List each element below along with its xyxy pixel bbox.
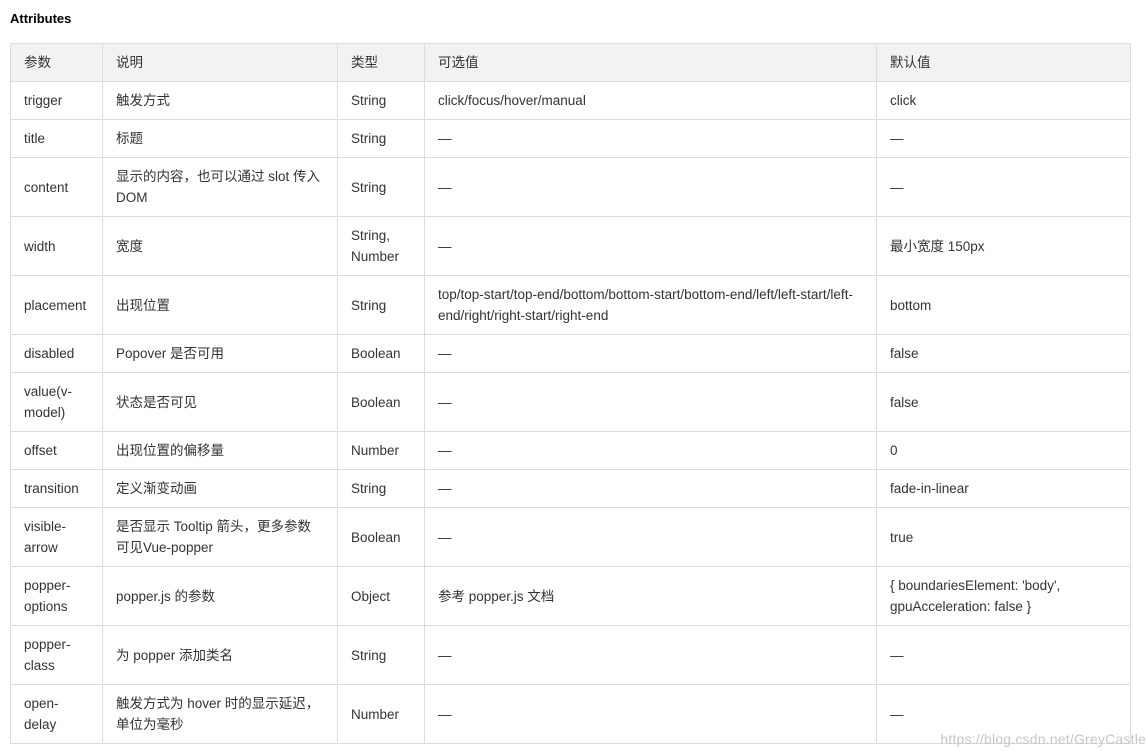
cell-default: 最小宽度 150px bbox=[876, 216, 1131, 276]
attributes-table: 参数 说明 类型 可选值 默认值 trigger 触发方式 String cli… bbox=[10, 43, 1131, 744]
table-row: value(v-model) 状态是否可见 Boolean — false bbox=[10, 372, 1131, 432]
cell-default: false bbox=[876, 334, 1131, 373]
cell-options: — bbox=[424, 507, 877, 567]
cell-description: 出现位置 bbox=[102, 275, 338, 335]
table-row: popper-class 为 popper 添加类名 String — — bbox=[10, 625, 1131, 685]
cell-description: 定义渐变动画 bbox=[102, 469, 338, 508]
cell-param: disabled bbox=[10, 334, 103, 373]
cell-description: 出现位置的偏移量 bbox=[102, 431, 338, 470]
cell-description: 显示的内容，也可以通过 slot 传入 DOM bbox=[102, 157, 338, 217]
cell-default: false bbox=[876, 372, 1131, 432]
cell-options: click/focus/hover/manual bbox=[424, 81, 877, 120]
cell-param: width bbox=[10, 216, 103, 276]
cell-default: true bbox=[876, 507, 1131, 567]
table-header-row: 参数 说明 类型 可选值 默认值 bbox=[10, 43, 1131, 82]
cell-type: Number bbox=[337, 431, 425, 470]
cell-param: open-delay bbox=[10, 684, 103, 744]
cell-default: bottom bbox=[876, 275, 1131, 335]
cell-param: content bbox=[10, 157, 103, 217]
cell-param: placement bbox=[10, 275, 103, 335]
cell-type: String bbox=[337, 469, 425, 508]
header-type: 类型 bbox=[337, 43, 425, 82]
cell-type: String bbox=[337, 625, 425, 685]
cell-options: — bbox=[424, 119, 877, 158]
cell-default: — bbox=[876, 625, 1131, 685]
table-row: popper-options popper.js 的参数 Object 参考 p… bbox=[10, 566, 1131, 626]
cell-description: popper.js 的参数 bbox=[102, 566, 338, 626]
section-heading: Attributes bbox=[10, 11, 72, 26]
cell-options: — bbox=[424, 431, 877, 470]
cell-type: String, Number bbox=[337, 216, 425, 276]
cell-default: — bbox=[876, 157, 1131, 217]
cell-type: Boolean bbox=[337, 372, 425, 432]
cell-default: { boundariesElement: 'body', gpuAccelera… bbox=[876, 566, 1131, 626]
cell-default: — bbox=[876, 119, 1131, 158]
table-row: disabled Popover 是否可用 Boolean — false bbox=[10, 334, 1131, 373]
table-row: transition 定义渐变动画 String — fade-in-linea… bbox=[10, 469, 1131, 508]
cell-description: 为 popper 添加类名 bbox=[102, 625, 338, 685]
cell-param: trigger bbox=[10, 81, 103, 120]
table-row: content 显示的内容，也可以通过 slot 传入 DOM String —… bbox=[10, 157, 1131, 217]
cell-description: 宽度 bbox=[102, 216, 338, 276]
cell-description: 触发方式为 hover 时的显示延迟，单位为毫秒 bbox=[102, 684, 338, 744]
cell-options: — bbox=[424, 334, 877, 373]
table-row: title 标题 String — — bbox=[10, 119, 1131, 158]
header-description: 说明 bbox=[102, 43, 338, 82]
table-row: placement 出现位置 String top/top-start/top-… bbox=[10, 275, 1131, 335]
cell-type: Boolean bbox=[337, 507, 425, 567]
cell-type: String bbox=[337, 119, 425, 158]
cell-param: transition bbox=[10, 469, 103, 508]
table-row: width 宽度 String, Number — 最小宽度 150px bbox=[10, 216, 1131, 276]
cell-default: 0 bbox=[876, 431, 1131, 470]
cell-type: Boolean bbox=[337, 334, 425, 373]
cell-default: fade-in-linear bbox=[876, 469, 1131, 508]
table-row: trigger 触发方式 String click/focus/hover/ma… bbox=[10, 81, 1131, 120]
cell-type: String bbox=[337, 81, 425, 120]
cell-param: title bbox=[10, 119, 103, 158]
cell-default: click bbox=[876, 81, 1131, 120]
cell-options: — bbox=[424, 372, 877, 432]
cell-description: 触发方式 bbox=[102, 81, 338, 120]
cell-options: — bbox=[424, 157, 877, 217]
cell-options: — bbox=[424, 216, 877, 276]
cell-type: String bbox=[337, 157, 425, 217]
header-options: 可选值 bbox=[424, 43, 877, 82]
cell-description: 状态是否可见 bbox=[102, 372, 338, 432]
cell-type: String bbox=[337, 275, 425, 335]
cell-param: popper-class bbox=[10, 625, 103, 685]
cell-options: — bbox=[424, 469, 877, 508]
header-default: 默认值 bbox=[876, 43, 1131, 82]
watermark: https://blog.csdn.net/GreyCastle bbox=[940, 731, 1146, 747]
cell-param: popper-options bbox=[10, 566, 103, 626]
cell-type: Object bbox=[337, 566, 425, 626]
cell-param: visible-arrow bbox=[10, 507, 103, 567]
table-row: offset 出现位置的偏移量 Number — 0 bbox=[10, 431, 1131, 470]
cell-options: top/top-start/top-end/bottom/bottom-star… bbox=[424, 275, 877, 335]
cell-type: Number bbox=[337, 684, 425, 744]
cell-description: 标题 bbox=[102, 119, 338, 158]
cell-options: — bbox=[424, 684, 877, 744]
header-param: 参数 bbox=[10, 43, 103, 82]
cell-options: 参考 popper.js 文档 bbox=[424, 566, 877, 626]
cell-description: 是否显示 Tooltip 箭头，更多参数可见Vue-popper bbox=[102, 507, 338, 567]
cell-param: value(v-model) bbox=[10, 372, 103, 432]
cell-param: offset bbox=[10, 431, 103, 470]
cell-description: Popover 是否可用 bbox=[102, 334, 338, 373]
table-row: visible-arrow 是否显示 Tooltip 箭头，更多参数可见Vue-… bbox=[10, 507, 1131, 567]
cell-options: — bbox=[424, 625, 877, 685]
